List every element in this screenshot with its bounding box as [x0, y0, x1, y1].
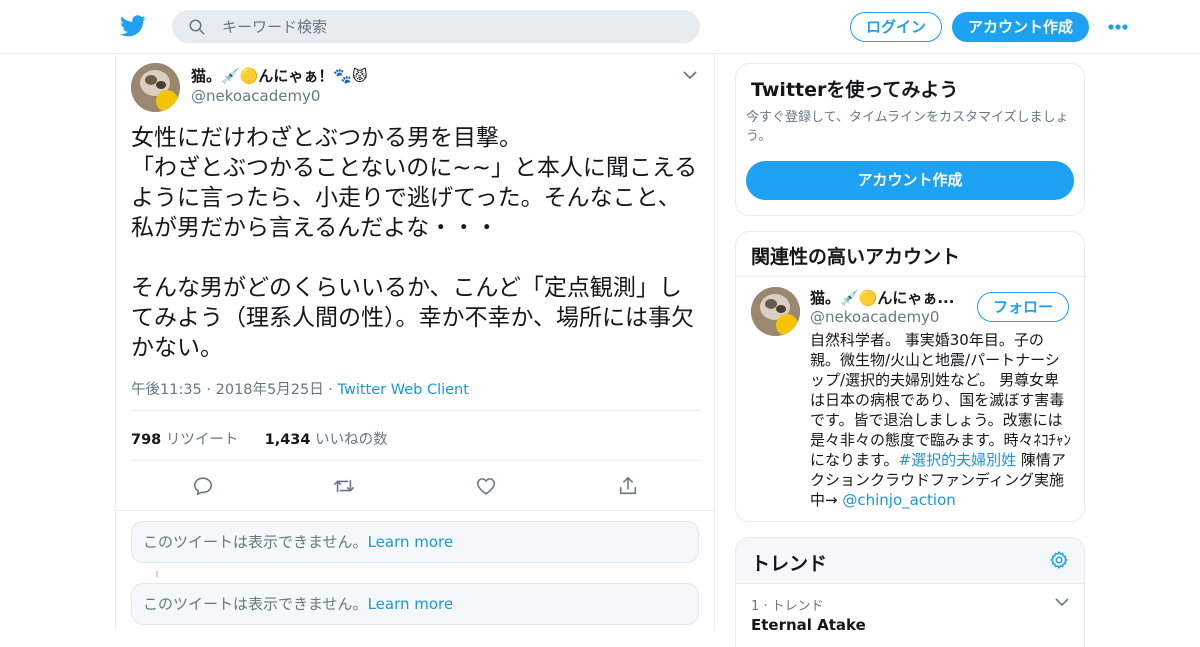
tweet-column: 猫。💉🟡んにゃぁ！🐾😾 @nekoacademy0 女性にだけわざとぶつかる男を… — [115, 54, 715, 630]
unavailable-text: このツイートは表示できません。 — [143, 595, 368, 613]
follow-button[interactable]: フォロー — [977, 292, 1069, 322]
author-display-name[interactable]: 猫。💉🟡んにゃぁ！🐾😾 — [191, 65, 368, 86]
tweet-timestamp[interactable]: 午後11:35 · 2018年5月25日 — [131, 382, 324, 398]
divider — [131, 410, 700, 411]
tweet-meta: 午後11:35 · 2018年5月25日 · Twitter Web Clien… — [131, 378, 469, 399]
learn-more-link[interactable]: Learn more — [368, 533, 454, 551]
divider — [736, 276, 1084, 277]
chevron-down-icon[interactable] — [1055, 597, 1069, 607]
trends-header: トレンド — [736, 538, 1084, 584]
likes-count: 1,434 — [264, 432, 311, 448]
trend-rank: 1 · トレンド — [751, 599, 824, 614]
tweet-stats: 798 リツイート 1,434 いいねの数 — [131, 428, 388, 449]
divider — [131, 460, 700, 461]
chevron-down-icon[interactable] — [682, 69, 698, 81]
likes-label: いいねの数 — [315, 432, 388, 448]
login-button[interactable]: ログイン — [850, 12, 942, 42]
thread-connector — [156, 571, 158, 577]
retweet-icon[interactable] — [333, 475, 355, 497]
join-card-title: Twitterを使ってみよう — [751, 79, 959, 101]
search-box[interactable] — [172, 10, 700, 43]
trend-item-name[interactable]: Eternal Atake — [751, 616, 866, 634]
bio-text: 自然科学者。 事実婚30年目。子の親。微生物/火山と地震/パートナーシップ/選択… — [810, 331, 1072, 469]
likes-stat[interactable]: 1,434 いいねの数 — [265, 432, 388, 448]
trends-title: トレンド — [751, 553, 828, 575]
related-card-title: 関連性の高いアカウント — [751, 246, 961, 268]
top-navigation-bar: ログイン アカウント作成 — [0, 0, 1200, 54]
unavailable-tweet-notice: このツイートは表示できません。Learn more — [131, 521, 699, 563]
bio-hashtag-link[interactable]: #選択的夫婦別姓 — [899, 451, 1017, 469]
retweets-stat[interactable]: 798 リツイート — [131, 432, 238, 448]
related-account-handle[interactable]: @nekoacademy0 — [810, 308, 939, 326]
like-icon[interactable] — [475, 475, 497, 497]
search-icon — [189, 19, 205, 35]
author-handle[interactable]: @nekoacademy0 — [191, 87, 320, 105]
signup-button[interactable]: アカウント作成 — [952, 12, 1089, 42]
tweet-source-link[interactable]: Twitter Web Client — [338, 382, 469, 398]
retweets-count: 798 — [131, 432, 162, 448]
related-account-bio: 自然科学者。 事実婚30年目。子の親。微生物/火山と地震/パートナーシップ/選択… — [810, 330, 1072, 510]
join-card-description: 今すぐ登録して、タイムラインをカスタマイズしましょう。 — [746, 110, 1069, 144]
share-icon[interactable] — [617, 475, 639, 497]
tweet-text: 女性にだけわざとぶつかる男を目撃。 「わざとぶつかることないのに~~」と本人に聞… — [131, 125, 698, 361]
more-dots-icon[interactable] — [1107, 22, 1129, 32]
related-accounts-card: 関連性の高いアカウント 猫。💉🟡んにゃぁ... @nekoacademy0 フォ… — [735, 231, 1085, 522]
join-twitter-card: Twitterを使ってみよう 今すぐ登録して、タイムラインをカスタマイズしましょ… — [735, 63, 1085, 216]
unavailable-tweet-notice: このツイートは表示できません。Learn more — [131, 583, 699, 625]
retweets-label: リツイート — [165, 432, 239, 448]
twitter-bird-icon[interactable] — [119, 13, 147, 39]
divider — [116, 510, 714, 511]
reply-icon[interactable] — [192, 475, 214, 497]
meta-separator: · — [323, 382, 338, 398]
avatar[interactable] — [751, 287, 800, 336]
related-account-name[interactable]: 猫。💉🟡んにゃぁ... — [810, 287, 954, 308]
bio-mention-link[interactable]: @chinjo_action — [842, 491, 955, 509]
search-input[interactable] — [222, 10, 682, 43]
avatar[interactable] — [131, 63, 180, 112]
gear-icon[interactable] — [1049, 550, 1069, 570]
signup-button[interactable]: アカウント作成 — [746, 161, 1074, 200]
unavailable-text: このツイートは表示できません。 — [143, 533, 368, 551]
learn-more-link[interactable]: Learn more — [368, 595, 454, 613]
trends-card: トレンド 1 · トレンド Eternal Atake — [735, 537, 1085, 647]
